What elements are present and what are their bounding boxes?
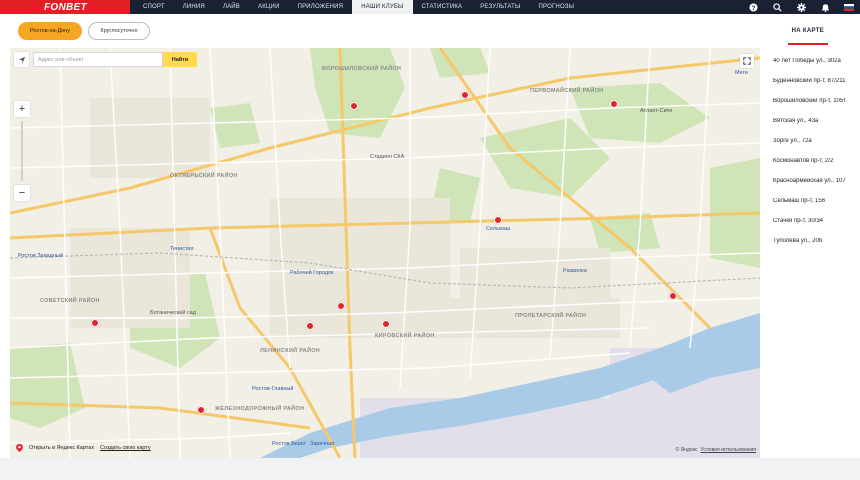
settings-icon[interactable]	[796, 2, 806, 12]
nav-item-our-clubs[interactable]: НАШИ КЛУБЫ	[352, 0, 413, 14]
search-icon[interactable]	[772, 2, 782, 12]
filter-bar: Ростов-на-Дону Круглосуточно НА КАРТЕ	[0, 14, 860, 48]
club-location-pin[interactable]	[461, 91, 469, 99]
zoom-in-button[interactable]: +	[14, 101, 30, 117]
place-label: Меги	[735, 70, 748, 76]
geolocation-button[interactable]	[14, 52, 29, 67]
club-location-pin[interactable]	[337, 302, 345, 310]
district-label: КИРОВСКИЙ РАЙОН	[375, 333, 435, 339]
address-item[interactable]: Ворошиловский пр-т, 105т	[773, 98, 860, 118]
address-item[interactable]: Туполева ул., 20б	[773, 238, 860, 258]
city-filter-button[interactable]: Ростов-на-Дону	[18, 22, 82, 40]
club-location-pin[interactable]	[382, 320, 390, 328]
terms-of-use-link[interactable]: Условия использования	[701, 447, 757, 453]
district-label: ЛЕНИНСКИЙ РАЙОН	[260, 348, 321, 354]
map-search-input[interactable]	[33, 52, 163, 67]
place-label: Развилка	[563, 268, 587, 274]
club-location-pin[interactable]	[306, 322, 314, 330]
address-item[interactable]: 40 лет Победы ул., 302а	[773, 58, 860, 78]
address-item[interactable]: Сельмаш пр-т, 156	[773, 198, 860, 218]
nav-item-apps[interactable]: ПРИЛОЖЕНИЯ	[289, 0, 353, 14]
top-navigation: FONBET СПОРТ ЛИНИЯ ЛАЙВ АКЦИИ ПРИЛОЖЕНИЯ…	[0, 0, 860, 14]
address-item[interactable]: Буденновский пр-т, 87/211	[773, 78, 860, 98]
place-label: Тенистая	[170, 246, 194, 252]
nav-item-sport[interactable]: СПОРТ	[134, 0, 174, 14]
district-label: ОКТЯБРЬСКИЙ РАЙОН	[170, 173, 238, 179]
place-label: Атлант-Сити	[640, 108, 673, 114]
address-item[interactable]: Стачки пр-т, 30/34	[773, 218, 860, 238]
help-icon[interactable]: ?	[748, 2, 758, 12]
place-label: Стадион СКА	[370, 154, 405, 160]
district-label: ПЕРВОМАЙСКИЙ РАЙОН	[530, 88, 604, 94]
map-pin-icon	[16, 444, 23, 452]
address-item[interactable]: Космонавтов пр-т, 2/2	[773, 158, 860, 178]
tab-on-map[interactable]: НА КАРТЕ	[792, 28, 824, 34]
place-label: Ростов Западный	[18, 253, 63, 259]
svg-text:?: ?	[751, 4, 755, 11]
district-label: ВОРОШИЛОВСКИЙ РАЙОН	[322, 66, 402, 72]
place-label: Заречная	[310, 441, 335, 447]
map-search-button[interactable]: Найти	[163, 52, 197, 67]
nav-item-line[interactable]: ЛИНИЯ	[174, 0, 214, 14]
expand-icon	[743, 57, 751, 65]
open-in-yandex-maps-link[interactable]: Открыть в Яндекс Картах	[29, 445, 94, 451]
address-item[interactable]: Вятская ул., 43а	[773, 118, 860, 138]
create-map-link[interactable]: Создать свою карту	[100, 445, 151, 451]
active-tab-indicator	[788, 43, 828, 45]
fonbet-logo[interactable]: FONBET	[0, 0, 130, 14]
hours-filter-button[interactable]: Круглосуточно	[88, 22, 150, 40]
club-location-pin[interactable]	[610, 100, 618, 108]
place-label: Рабочий Городок	[290, 270, 334, 276]
club-location-pin[interactable]	[669, 292, 677, 300]
nav-item-statistics[interactable]: СТАТИСТИКА	[413, 0, 472, 14]
nav-item-promotions[interactable]: АКЦИИ	[249, 0, 289, 14]
yandex-map[interactable]: ВОРОШИЛОВСКИЙ РАЙОН ПЕРВОМАЙСКИЙ РАЙОН О…	[10, 48, 760, 458]
fullscreen-button[interactable]	[740, 54, 754, 68]
club-location-pin[interactable]	[91, 319, 99, 327]
club-location-pin[interactable]	[350, 102, 358, 110]
map-search: Найти	[14, 52, 197, 67]
place-label: Ростов Берег	[272, 441, 306, 447]
district-label: СОВЕТСКИЙ РАЙОН	[40, 298, 100, 304]
page-footer	[0, 458, 860, 480]
nav-item-live[interactable]: ЛАЙВ	[214, 0, 249, 14]
place-label: Ростов-Главный	[252, 386, 294, 392]
address-item[interactable]: Красноармейская ул., 107	[773, 178, 860, 198]
club-location-pin[interactable]	[494, 216, 502, 224]
district-label: ЖЕЛЕЗНОДОРОЖНЫЙ РАЙОН	[215, 406, 305, 412]
club-location-pin[interactable]	[197, 406, 205, 414]
nav-item-results[interactable]: РЕЗУЛЬТАТЫ	[471, 0, 529, 14]
russia-flag-icon[interactable]	[844, 2, 854, 12]
notifications-icon[interactable]	[820, 2, 830, 12]
club-address-list: 40 лет Победы ул., 302а Буденновский пр-…	[773, 58, 860, 258]
map-copyright: © Яндекс	[675, 447, 698, 453]
nav-item-forecasts[interactable]: ПРОГНОЗЫ	[530, 0, 584, 14]
place-label: Ботанический сад	[150, 310, 196, 316]
zoom-control: + −	[14, 101, 30, 201]
zoom-out-button[interactable]: −	[14, 185, 30, 201]
place-label: Сельмаш	[486, 226, 511, 232]
district-label: ПРОЛЕТАРСКИЙ РАЙОН	[515, 313, 587, 319]
zoom-slider[interactable]	[21, 121, 23, 181]
nav-menu: СПОРТ ЛИНИЯ ЛАЙВ АКЦИИ ПРИЛОЖЕНИЯ НАШИ К…	[134, 0, 583, 14]
address-item[interactable]: Зорге ул., 72а	[773, 138, 860, 158]
